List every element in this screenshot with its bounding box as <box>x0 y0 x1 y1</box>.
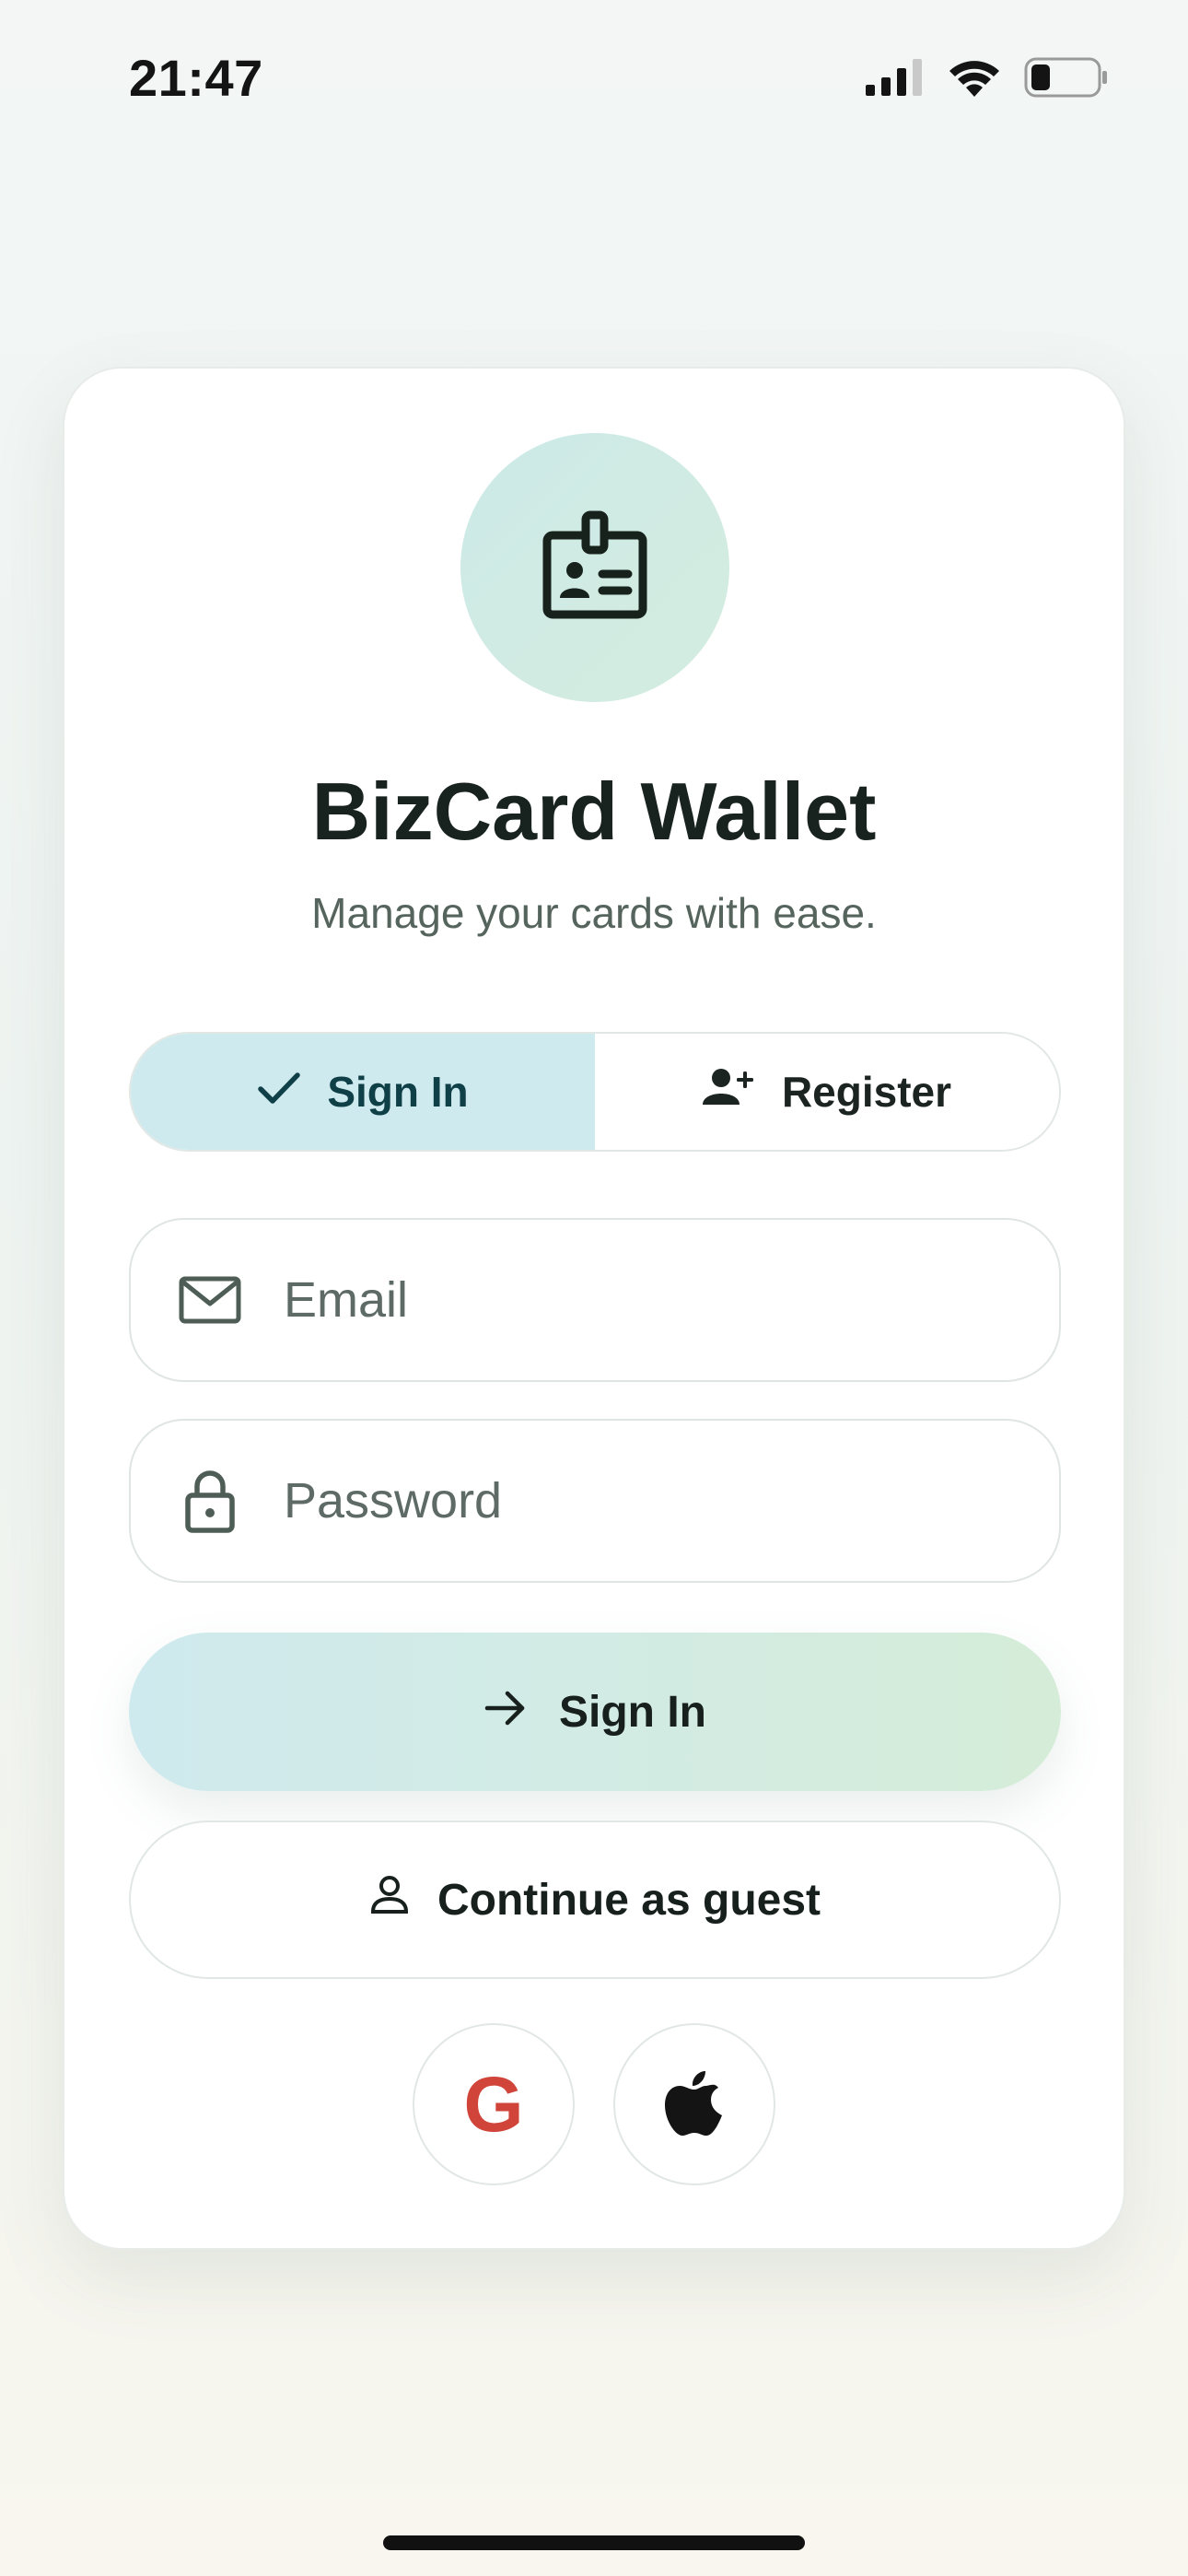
app-logo <box>460 433 729 702</box>
battery-icon <box>1024 57 1109 102</box>
tab-sign-in[interactable]: Sign In <box>131 1034 595 1150</box>
arrow-right-icon <box>483 1687 528 1738</box>
status-bar: 21:47 <box>0 0 1188 157</box>
google-sign-in-button[interactable]: G <box>413 2023 575 2185</box>
apple-sign-in-button[interactable] <box>613 2023 775 2185</box>
id-badge-icon <box>540 509 650 626</box>
tab-register[interactable]: Register <box>595 1034 1059 1150</box>
social-login-row: G <box>64 2023 1124 2185</box>
auth-tabs: Sign In Register <box>129 1032 1061 1152</box>
tab-sign-in-label: Sign In <box>327 1068 469 1116</box>
mail-icon <box>169 1276 250 1324</box>
apple-icon <box>665 2067 724 2142</box>
check-icon <box>257 1067 301 1117</box>
email-input[interactable] <box>282 1270 985 1329</box>
add-person-icon <box>702 1067 756 1117</box>
cellular-signal-icon <box>866 59 925 100</box>
login-card: BizCard Wallet Manage your cards with ea… <box>63 367 1125 2250</box>
sign-in-button-label: Sign In <box>559 1687 706 1737</box>
sign-in-button[interactable]: Sign In <box>129 1633 1061 1791</box>
email-field[interactable] <box>129 1218 1061 1382</box>
password-field[interactable] <box>129 1419 1061 1583</box>
status-icons <box>866 57 1109 102</box>
person-icon <box>369 1874 410 1926</box>
wifi-icon <box>949 58 1000 101</box>
app-subtitle: Manage your cards with ease. <box>311 889 877 937</box>
continue-as-guest-label: Continue as guest <box>437 1875 821 1925</box>
continue-as-guest-button[interactable]: Continue as guest <box>129 1821 1061 1979</box>
lock-icon <box>169 1468 250 1534</box>
status-time: 21:47 <box>129 49 263 107</box>
home-indicator[interactable] <box>383 2535 805 2550</box>
app-title: BizCard Wallet <box>311 766 877 857</box>
password-input[interactable] <box>282 1471 985 1530</box>
tab-register-label: Register <box>781 1068 952 1116</box>
google-icon: G <box>463 2060 524 2148</box>
